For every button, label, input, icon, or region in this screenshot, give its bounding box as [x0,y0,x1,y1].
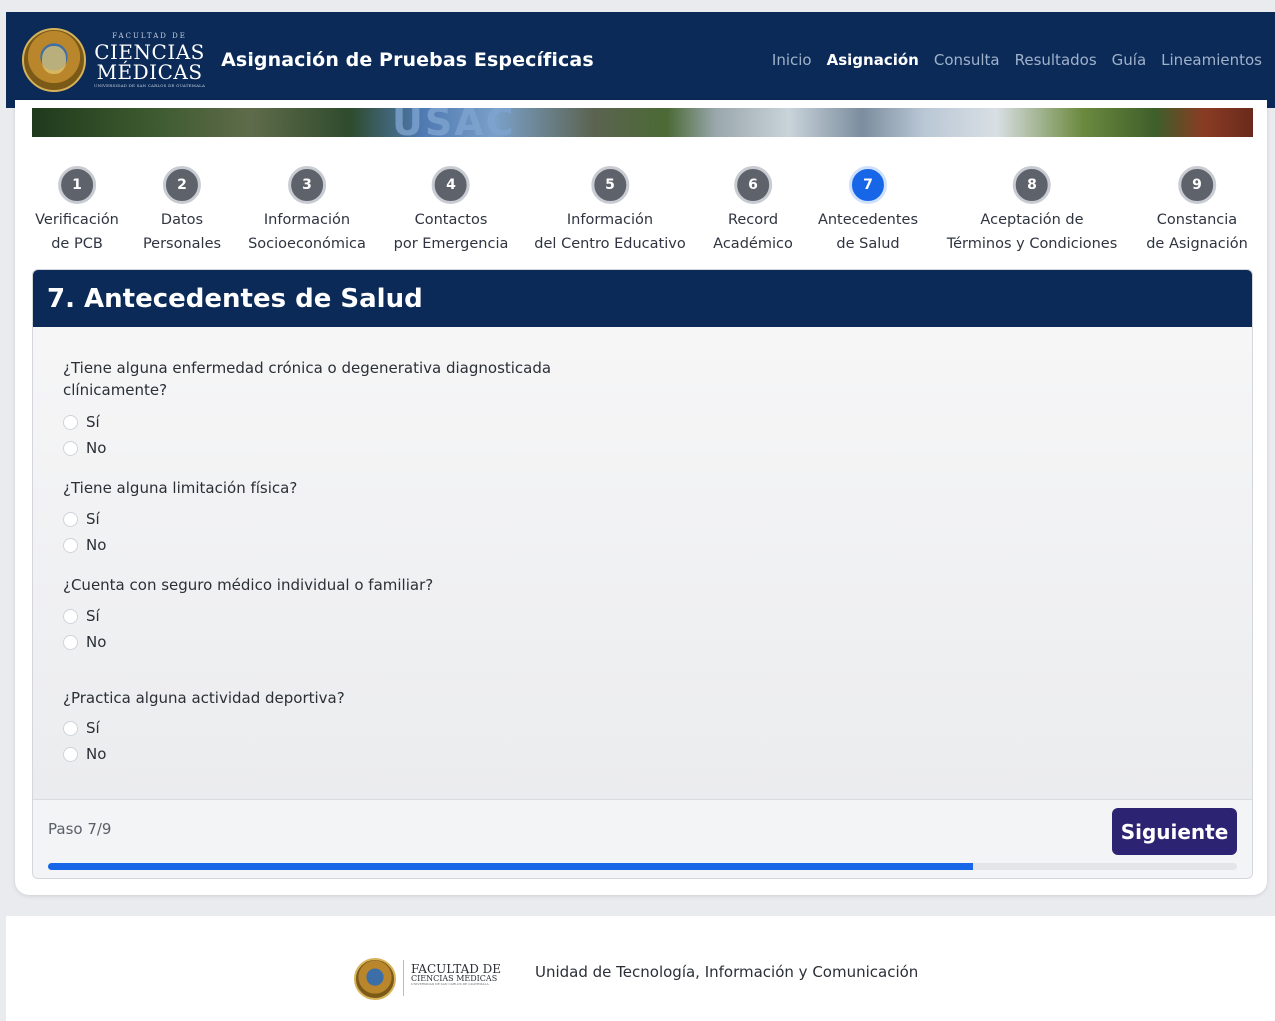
section-footer: Paso 7/9 Siguiente [33,799,1252,878]
step-number: 6 [734,166,772,204]
radio-icon[interactable] [63,634,78,650]
faculty-seal-icon [22,28,86,92]
step-9[interactable]: 9 Constancia de Asignación [1146,166,1248,256]
step-number: 7 [849,166,887,204]
step-8[interactable]: 8 Aceptación de Términos y Condiciones [946,166,1118,256]
banner-word: USAC [392,108,516,137]
step-counter: Paso 7/9 [48,820,112,838]
option-chronic-no[interactable]: No [63,439,106,457]
nav-guia[interactable]: Guía [1112,51,1147,69]
footer-logo: FACULTAD DE CIENCIAS MÉDICAS UNIVERSIDAD… [411,963,501,986]
step-label: Datos Personales [142,212,222,252]
page-footer: FACULTAD DE CIENCIAS MÉDICAS UNIVERSIDAD… [6,916,1275,1021]
nav-lineamientos[interactable]: Lineamientos [1161,51,1262,69]
step-3[interactable]: 3 Información Socioeconómica [248,166,366,256]
option-chronic-yes[interactable]: Sí [63,413,100,431]
footer-text: Unidad de Tecnología, Información y Comu… [535,963,919,981]
step-label: Información del Centro Educativo [534,212,686,252]
step-label: Información Socioeconómica [248,212,366,252]
option-insurance-no[interactable]: No [63,633,106,651]
health-history-section: 7. Antecedentes de Salud ¿Tiene alguna e… [32,269,1253,879]
main-card: USAC 1 Verificación de PCB 2 Datos Persona… [15,100,1267,895]
step-label: Antecedentes de Salud [817,212,919,252]
question-sports-activity: ¿Practica alguna actividad deportiva? [63,689,345,707]
option-label: Sí [86,607,100,625]
option-label: No [86,439,107,457]
footer-seal-icon [354,958,396,1000]
step-number: 4 [431,166,470,204]
step-label: Constancia de Asignación [1146,212,1248,252]
radio-icon[interactable] [63,537,78,553]
radio-icon[interactable] [63,511,78,527]
option-label: Sí [86,719,100,737]
radio-icon[interactable] [63,746,78,762]
step-label: Aceptación de Términos y Condiciones [946,212,1118,252]
option-insurance-yes[interactable]: Sí [63,607,100,625]
option-label: No [86,745,107,763]
option-label: Sí [86,413,100,431]
radio-icon[interactable] [63,608,78,624]
option-label: No [86,536,107,554]
progress-fill [48,863,974,870]
brand[interactable]: FACULTAD DE CIENCIAS MÉDICAS UNIVERSIDAD… [22,28,205,92]
step-label: Record Académico [713,212,793,252]
step-number: 5 [590,166,629,204]
step-number: 8 [1012,166,1051,204]
next-button[interactable]: Siguiente [1112,808,1237,855]
option-label: Sí [86,510,100,528]
step-4[interactable]: 4 Contactos por Emergencia [393,166,509,256]
logo-line-1: CIENCIAS [94,39,205,64]
step-1[interactable]: 1 Verificación de PCB [35,166,119,256]
nav-consulta[interactable]: Consulta [934,51,1000,69]
radio-icon[interactable] [63,720,78,736]
footer-logo-university: UNIVERSIDAD DE SAN CARLOS DE GUATEMALA [411,982,489,986]
option-limitation-yes[interactable]: Sí [63,510,100,528]
question-medical-insurance: ¿Cuenta con seguro médico individual o f… [63,576,434,594]
logo-small-text: FACULTAD DE [112,31,187,40]
step-6[interactable]: 6 Record Académico [713,166,793,256]
main-nav: Inicio Asignación Consulta Resultados Gu… [772,51,1262,69]
step-number: 1 [57,166,96,204]
step-number: 3 [287,166,326,204]
option-sports-yes[interactable]: Sí [63,719,100,737]
progress-bar [48,863,1237,870]
question-chronic-disease: ¿Tiene alguna enfermedad crónica o degen… [63,359,552,399]
radio-icon[interactable] [63,440,78,456]
footer-divider [403,960,404,996]
option-sports-no[interactable]: No [63,745,106,763]
nav-resultados[interactable]: Resultados [1015,51,1097,69]
option-limitation-no[interactable]: No [63,536,106,554]
questions-area: ¿Tiene alguna enfermedad crónica o degen… [33,327,1252,799]
step-label: Contactos por Emergencia [393,212,509,252]
step-number: 2 [163,166,201,204]
campus-banner-image: USAC [32,108,1253,137]
stepper: 1 Verificación de PCB 2 Datos Personales 3… [15,166,1267,256]
step-label: Verificación de PCB [35,212,119,252]
top-navbar: FACULTAD DE CIENCIAS MÉDICAS UNIVERSIDAD… [6,12,1275,108]
app-title: Asignación de Pruebas Específicas [221,49,594,71]
faculty-logo: FACULTAD DE CIENCIAS MÉDICAS UNIVERSIDAD… [94,31,206,88]
nav-asignacion[interactable]: Asignación [827,51,919,69]
step-7-active[interactable]: 7 Antecedentes de Salud [818,166,918,256]
step-number: 9 [1177,166,1216,204]
radio-icon[interactable] [63,414,78,430]
step-2[interactable]: 2 Datos Personales [143,166,221,256]
step-5[interactable]: 5 Información del Centro Educativo [534,166,686,256]
question-physical-limitation: ¿Tiene alguna limitación física? [63,479,298,497]
nav-inicio[interactable]: Inicio [772,51,812,69]
option-label: No [86,633,107,651]
logo-university-text: UNIVERSIDAD DE SAN CARLOS DE GUATEMALA [94,82,206,88]
section-title: 7. Antecedentes de Salud [33,270,1252,327]
logo-line-2: MÉDICAS [96,59,203,84]
